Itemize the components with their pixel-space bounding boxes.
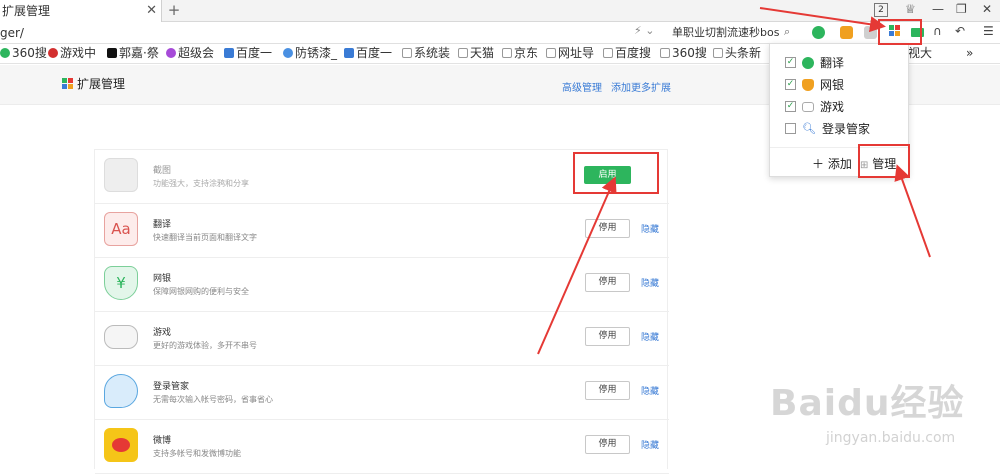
tab-count-badge[interactable]: 2 bbox=[874, 3, 888, 17]
shield-icon: ¥ bbox=[104, 266, 138, 300]
search-input[interactable]: 单职业切割流速秒bos bbox=[672, 25, 802, 41]
disable-button[interactable]: 停用 bbox=[585, 381, 630, 400]
translate-ext-icon[interactable] bbox=[812, 26, 825, 39]
tab-title: 扩展管理 bbox=[2, 4, 51, 18]
disable-button[interactable]: 停用 bbox=[585, 219, 630, 238]
skin-icon[interactable]: ♕ bbox=[905, 2, 916, 16]
tab-bar: 扩展管理 ✕ + 2 ♕ — ❐ ✕ bbox=[0, 0, 1000, 22]
bookmark-item[interactable]: 头条新 bbox=[713, 44, 761, 62]
checkbox[interactable]: ✓ bbox=[785, 57, 796, 68]
gamepad-icon bbox=[104, 325, 138, 349]
checkbox[interactable]: ✓ bbox=[785, 79, 796, 90]
hide-link[interactable]: 隐藏 bbox=[641, 438, 659, 451]
url-field[interactable]: ger/ bbox=[0, 22, 24, 44]
extension-row-translate: Aa 翻译 快速翻译当前页面和翻译文字 停用 隐藏 bbox=[95, 204, 669, 258]
dropdown-item-login[interactable]: 🔍︎ 登录管家 bbox=[785, 120, 870, 137]
add-extension-button[interactable]: ＋ 添加 bbox=[812, 155, 852, 172]
checkbox[interactable]: ✓ bbox=[785, 101, 796, 112]
bookmark-item[interactable]: 百度搜 bbox=[603, 44, 651, 62]
new-tab-button[interactable]: + bbox=[166, 0, 182, 20]
gamepad-icon bbox=[802, 101, 814, 112]
extension-logo-icon bbox=[62, 77, 74, 90]
headphone-icon[interactable]: ∩ bbox=[933, 24, 942, 38]
game-ext-icon[interactable] bbox=[864, 26, 877, 39]
dropdown-item-bank[interactable]: ✓ 网银 bbox=[785, 76, 844, 93]
bookmarks-overflow[interactable]: » bbox=[966, 44, 973, 62]
bookmark-item[interactable]: 超级会 bbox=[166, 44, 214, 62]
close-window-button[interactable]: ✕ bbox=[982, 2, 992, 16]
scissors-icon bbox=[104, 158, 138, 192]
bookmark-item[interactable]: 360搜 bbox=[660, 44, 707, 62]
bookmark-item[interactable]: 系统装 bbox=[402, 44, 450, 62]
search-icon[interactable]: ⌕ bbox=[784, 25, 790, 39]
bank-ext-icon[interactable] bbox=[840, 26, 853, 39]
extension-list: 截图 功能强大，支持涂鸦和分享 启用 Aa 翻译 快速翻译当前页面和翻译文字 停… bbox=[94, 149, 669, 474]
baidu-watermark: Baidu经验 bbox=[770, 383, 965, 424]
extension-row-bank: ¥ 网银 保障网银网购的便利与安全 停用 隐藏 bbox=[95, 258, 669, 312]
dropdown-item-translate[interactable]: ✓ 翻译 bbox=[785, 54, 844, 71]
bookmark-item[interactable]: 360搜 bbox=[0, 44, 47, 62]
address-bar: ger/ ⚡ ⌄ 单职业切割流速秒bos ⌕ ∩ ↶ ☰ bbox=[0, 22, 1000, 44]
tab-extension-manager[interactable]: 扩展管理 ✕ bbox=[0, 0, 162, 22]
watermark-url: jingyan.baidu.com bbox=[826, 430, 956, 446]
bookmark-item[interactable]: 百度一 bbox=[224, 44, 272, 62]
hide-link[interactable]: 隐藏 bbox=[641, 276, 659, 289]
bookmark-item[interactable]: 视大 bbox=[908, 44, 932, 62]
hide-link[interactable]: 隐藏 bbox=[641, 222, 659, 235]
menu-icon[interactable]: ☰ bbox=[983, 24, 994, 38]
add-more-extensions-link[interactable]: 添加更多扩展 bbox=[611, 79, 671, 94]
bookmark-item[interactable]: 郭嘉·祭 bbox=[107, 44, 159, 62]
bookmark-item[interactable]: 网址导 bbox=[546, 44, 594, 62]
dropdown-item-game[interactable]: ✓ 游戏 bbox=[785, 98, 844, 115]
minimize-button[interactable]: — bbox=[932, 2, 944, 16]
key-icon bbox=[104, 374, 138, 408]
hide-link[interactable]: 隐藏 bbox=[641, 384, 659, 397]
bookmark-item[interactable]: 防锈漆_ bbox=[283, 44, 337, 62]
highlight-enable-button bbox=[573, 152, 659, 194]
hide-link[interactable]: 隐藏 bbox=[641, 330, 659, 343]
bookmark-item[interactable]: 百度一 bbox=[344, 44, 392, 62]
bookmark-item[interactable]: 游戏中 bbox=[48, 44, 96, 62]
bookmark-item[interactable]: 天猫 bbox=[458, 44, 494, 62]
close-tab-icon[interactable]: ✕ bbox=[146, 0, 157, 22]
restore-button[interactable]: ❐ bbox=[956, 2, 967, 16]
key-icon: 🔍︎ bbox=[802, 122, 816, 135]
undo-icon[interactable]: ↶ bbox=[955, 24, 965, 38]
arrow-to-manage bbox=[894, 164, 931, 258]
disable-button[interactable]: 停用 bbox=[585, 435, 630, 454]
checkbox[interactable] bbox=[785, 123, 796, 134]
extension-row-login: 登录管家 无需每次输入帐号密码，省事省心 停用 隐藏 bbox=[95, 366, 669, 420]
advanced-manage-link[interactable]: 高级管理 bbox=[562, 79, 602, 94]
disable-button[interactable]: 停用 bbox=[585, 273, 630, 292]
extension-row-weibo: 微博 支持多帐号和发微博功能 停用 隐藏 bbox=[95, 420, 669, 474]
highlight-extensions-button bbox=[878, 19, 922, 45]
lightning-icon[interactable]: ⚡ ⌄ bbox=[634, 24, 654, 37]
highlight-manage-button bbox=[858, 144, 910, 178]
translate-icon: Aa bbox=[104, 212, 138, 246]
bookmark-item[interactable]: 京东 bbox=[502, 44, 538, 62]
translate-icon bbox=[802, 56, 814, 69]
shield-icon bbox=[802, 78, 814, 91]
page-title: 扩展管理 bbox=[62, 75, 125, 92]
disable-button[interactable]: 停用 bbox=[585, 327, 630, 346]
extension-row-game: 游戏 更好的游戏体验，多开不串号 停用 隐藏 bbox=[95, 312, 669, 366]
weibo-icon bbox=[104, 428, 138, 462]
